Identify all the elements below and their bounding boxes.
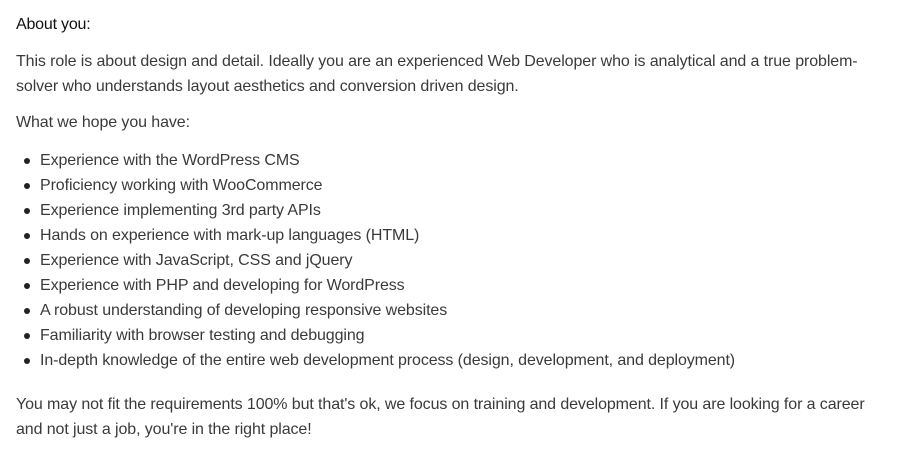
bullet-icon: [24, 283, 30, 289]
list-item-text: Familiarity with browser testing and deb…: [40, 327, 365, 344]
list-item-text: Experience with JavaScript, CSS and jQue…: [40, 252, 353, 269]
list-item-text: A robust understanding of developing res…: [40, 302, 448, 319]
list-item: In-depth knowledge of the entire web dev…: [16, 348, 886, 373]
list-item-text: Proficiency working with WooCommerce: [40, 177, 323, 194]
list-item: Proficiency working with WooCommerce: [16, 173, 886, 198]
about-you-section: About you: This role is about design and…: [16, 12, 886, 442]
list-item: Hands on experience with mark-up languag…: [16, 223, 886, 248]
section-heading: About you:: [16, 16, 91, 33]
list-item-text: Experience with the WordPress CMS: [40, 152, 300, 169]
list-item-text: Experience implementing 3rd party APIs: [40, 202, 321, 219]
bullet-icon: [24, 208, 30, 214]
requirements-list: Experience with the WordPress CMS Profic…: [16, 148, 886, 373]
list-item: Experience with JavaScript, CSS and jQue…: [16, 248, 886, 273]
list-item: Experience implementing 3rd party APIs: [16, 198, 886, 223]
bullet-icon: [24, 333, 30, 339]
bullet-icon: [24, 158, 30, 164]
list-item-text: Experience with PHP and developing for W…: [40, 277, 405, 294]
list-item: Experience with the WordPress CMS: [16, 148, 886, 173]
bullet-icon: [24, 183, 30, 189]
requirements-intro: What we hope you have:: [16, 114, 190, 131]
list-item-text: Hands on experience with mark-up languag…: [40, 227, 420, 244]
bullet-icon: [24, 233, 30, 239]
list-item: Familiarity with browser testing and deb…: [16, 323, 886, 348]
list-item: Experience with PHP and developing for W…: [16, 273, 886, 298]
intro-paragraph: This role is about design and detail. Id…: [16, 53, 858, 95]
bullet-icon: [24, 308, 30, 314]
bullet-icon: [24, 258, 30, 264]
closing-paragraph: You may not fit the requirements 100% bu…: [16, 396, 865, 438]
bullet-icon: [24, 358, 30, 364]
list-item-text: In-depth knowledge of the entire web dev…: [40, 352, 736, 369]
list-item: A robust understanding of developing res…: [16, 298, 886, 323]
